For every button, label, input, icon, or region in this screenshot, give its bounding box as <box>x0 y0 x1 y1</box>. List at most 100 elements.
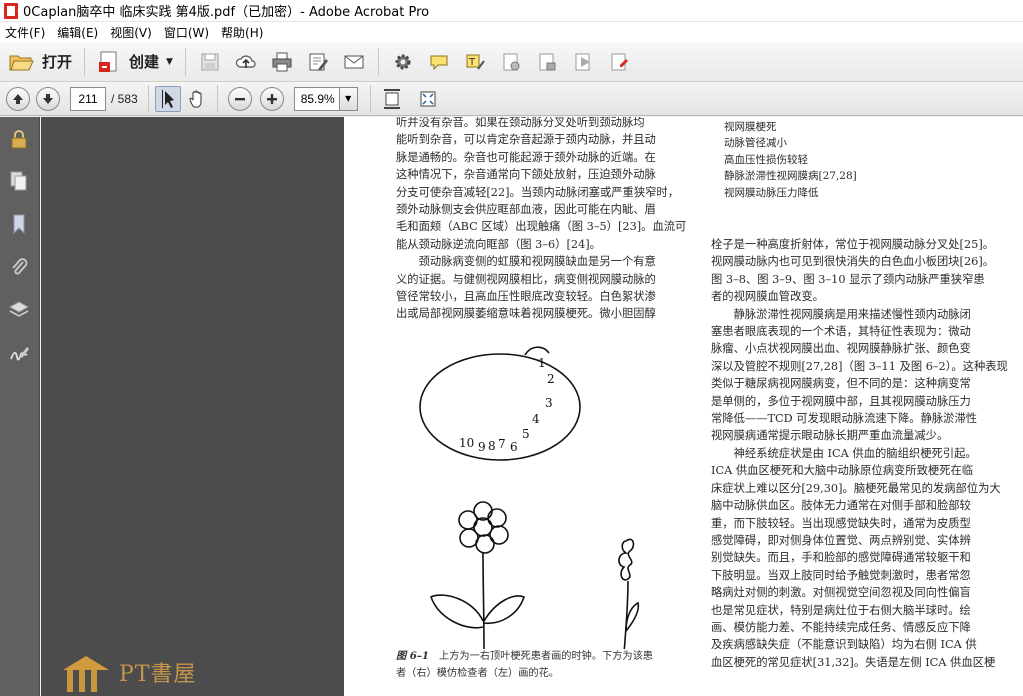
previous-page-button[interactable] <box>6 86 30 111</box>
create-pdf-icon <box>97 50 121 74</box>
open-button[interactable]: 打开 <box>2 47 78 77</box>
watermark: PT書屋 <box>59 648 229 696</box>
clock-digit: 5 <box>522 427 530 441</box>
cursor-icon <box>161 89 174 108</box>
menu-help[interactable]: 帮助(H) <box>216 24 270 41</box>
text-line: 画、模仿能力差、不能持续完成任务、情感反应下降 <box>711 620 971 634</box>
zoom-in-button[interactable] <box>259 86 284 111</box>
create-button[interactable]: 创建 ▼ <box>91 47 179 77</box>
toolbar-divider <box>216 84 218 113</box>
next-page-button[interactable] <box>36 86 60 111</box>
open-label: 打开 <box>42 53 73 71</box>
clock-digit: 9 <box>478 440 486 454</box>
text-line: 视网膜病通常提示眼动脉长期严重血流量减少。 <box>711 429 949 443</box>
hand-tool-button[interactable] <box>185 86 211 112</box>
clock-digit: 3 <box>545 396 553 410</box>
zoom-select[interactable]: 85.9% ▼ <box>293 86 358 111</box>
title-bar: 0Caplan脑卒中 临床实践 第4版.pdf（已加密）- Adobe Acro… <box>0 0 1023 22</box>
fill-form-icon[interactable] <box>608 51 630 73</box>
page-number-input[interactable]: 211 <box>70 86 106 111</box>
text-line: 静脉淤滞性视网膜病是用来描述慢性颈内动脉闭 <box>711 307 971 321</box>
watermark-logo-icon <box>63 656 109 692</box>
email-icon[interactable] <box>343 51 365 73</box>
bookmark-icon[interactable] <box>8 212 30 236</box>
arrow-up-icon <box>13 93 23 104</box>
pdf-page: 听并没有杂音。如果在颈动脉分叉处听到颈动脉均 能听到杂音，可以肯定杂音起源于颈内… <box>344 117 1023 696</box>
text-line: 脑中动脉供血区。肢体无力通常在对侧手部和脸部较 <box>711 499 971 513</box>
text-line: 出或局部视网膜萎缩意味着视网膜梗死。微小胆固醇 <box>396 307 656 321</box>
plus-icon <box>266 93 277 104</box>
highlight-text-icon[interactable]: T <box>464 51 486 73</box>
text-line: 也是常见症状，特别是病灶位于右侧大脑半球时。绘 <box>711 603 971 617</box>
folder-open-icon <box>8 51 34 73</box>
clock-digits: 1 2 3 4 5 6 7 8 9 10 <box>459 356 555 454</box>
caption-text: 上方为一右顶叶梗死患者画的时钟。下方为该患 <box>439 651 653 662</box>
toolbar-divider <box>184 47 186 76</box>
document-viewer[interactable]: 听并没有杂音。如果在颈动脉分叉处听到颈动脉均 能听到杂音，可以肯定杂音起源于颈内… <box>41 117 1023 696</box>
text-line: 深以及管腔不规则[27,28]（图 3–11 及图 6–2）。这种表现 <box>711 359 1008 373</box>
hand-icon <box>189 90 202 107</box>
signatures-icon[interactable] <box>8 341 30 365</box>
figure-number: 图 6–1 <box>396 650 430 662</box>
flower-patient-drawing <box>618 538 640 649</box>
zoom-out-button[interactable] <box>227 86 252 111</box>
acrobat-pdf-icon <box>4 2 18 19</box>
attachment-icon[interactable] <box>8 255 30 279</box>
chevron-down-icon[interactable]: ▼ <box>339 86 358 111</box>
lock-icon[interactable] <box>8 127 30 151</box>
page-thumbnails-icon[interactable] <box>8 169 30 193</box>
text-line: 床症状上难以区分[29,30]。脑梗死最常见的发病部位为大 <box>711 481 1001 495</box>
text-line: 毛和面颊（ABC 区域）出现触痛（图 3–5）[23]。血流可 <box>396 220 687 234</box>
cloud-upload-icon[interactable] <box>235 51 257 73</box>
fit-page-icon[interactable] <box>381 88 403 110</box>
list-item: 高血压性损伤较轻 <box>724 153 808 166</box>
text-line: 这种情况下，杂音通常向下颌处放射，压迫颈外动脉 <box>396 168 656 182</box>
clock-digit: 4 <box>532 412 540 426</box>
toolbar-divider <box>84 47 86 76</box>
text-line: 略病灶对侧的刺激。对侧视觉空间忽视及同向性偏盲 <box>711 586 971 600</box>
clock-digit: 7 <box>498 437 506 451</box>
print-icon[interactable] <box>271 51 293 73</box>
text-line: 塞患者眼底表现的一个术语，其特征性表现为：微动 <box>711 325 971 339</box>
stamp-icon[interactable] <box>500 51 522 73</box>
text-line: 者的视网膜血管改变。 <box>711 290 824 304</box>
menu-edit[interactable]: 编辑(E) <box>52 24 105 41</box>
caption-text: 者（右）模仿检查者（左）画的花。 <box>396 668 559 679</box>
toolbar-divider <box>369 84 371 113</box>
page-total-label: / 583 <box>111 91 138 106</box>
text-line: 重，而下肢较轻。当出现感觉缺失时，通常为皮质型 <box>711 516 971 530</box>
text-line: 下肢明显。当双上肢同时给予触觉刺激时，患者常忽 <box>711 568 971 582</box>
navigation-toolbar: 211 / 583 85.9% ▼ <box>0 82 1023 116</box>
zoom-level[interactable]: 85.9% <box>293 86 340 111</box>
clock-digit: 8 <box>488 439 496 453</box>
create-label: 创建 <box>129 53 160 71</box>
clock-digit: 6 <box>510 440 518 454</box>
text-line: 图 3–8、图 3–9、图 3–10 显示了颈内动脉严重狭窄患 <box>711 272 985 286</box>
layers-icon[interactable] <box>8 298 30 322</box>
secure-document-icon[interactable] <box>536 51 558 73</box>
text-line: 类似于糖尿病视网膜病变，但不同的是：这种病变常 <box>711 377 971 391</box>
text-line: 义的证据。与健侧视网膜相比，病变侧视网膜动脉的 <box>396 272 656 286</box>
save-icon[interactable] <box>199 51 221 73</box>
svg-text:T: T <box>468 57 476 68</box>
edit-document-icon[interactable] <box>307 51 329 73</box>
sign-document-icon[interactable] <box>572 51 594 73</box>
text-line: 血区梗死的常见症状[31,32]。失语是左侧 ICA 供血区梗 <box>711 655 996 669</box>
menu-file[interactable]: 文件(F) <box>0 24 52 41</box>
gear-icon[interactable] <box>392 51 414 73</box>
text-line: 神经系统症状是由 ICA 供血的脑组织梗死引起。 <box>711 446 977 460</box>
text-column-left: 听并没有杂音。如果在颈动脉分叉处听到颈动脉均 能听到杂音，可以肯定杂音起源于颈内… <box>396 117 696 323</box>
flower-examiner-drawing <box>430 501 525 649</box>
clock-digit: 1 <box>538 356 546 370</box>
menu-window[interactable]: 窗口(W) <box>159 24 216 41</box>
text-line: 及疾病感缺失症（不能意识到缺陷）均为右侧 ICA 供 <box>711 638 977 652</box>
text-line: 颈外动脉侧支会供应眶部血液，因此可能在内眦、眉 <box>396 203 656 217</box>
navigation-pane <box>0 117 40 696</box>
menu-view[interactable]: 视图(V) <box>105 24 159 41</box>
select-tool-button[interactable] <box>154 85 181 112</box>
text-line: 常降低——TCD 可发现眼动脉流速下降。静脉淤滞性 <box>711 412 978 426</box>
full-screen-icon[interactable] <box>417 88 439 110</box>
text-line: ICA 供血区梗死和大脑中动脉原位病变所致梗死在临 <box>711 464 974 478</box>
comment-icon[interactable] <box>428 51 450 73</box>
text-line: 能从颈动脉逆流向眶部（图 3–6）[24]。 <box>396 237 601 251</box>
